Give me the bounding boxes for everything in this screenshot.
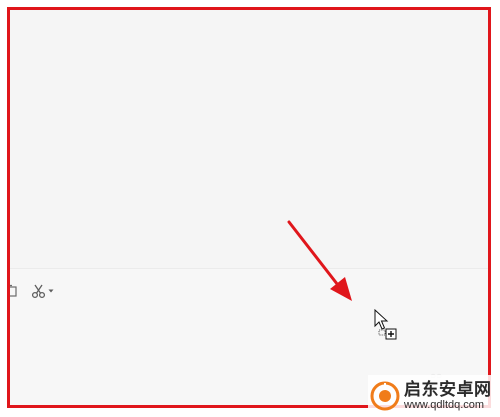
- android-site-logo-icon: [370, 381, 400, 411]
- chevron-down-icon: [48, 289, 54, 293]
- input-divider[interactable]: [10, 268, 488, 269]
- input-toolbar: [10, 280, 488, 302]
- site-watermark: 启东安卓网 www.qdltdq.com: [368, 375, 500, 417]
- folder-button[interactable]: [10, 280, 18, 302]
- message-history-area[interactable]: [10, 10, 488, 268]
- chat-window: ○○: [7, 7, 491, 408]
- screenshot-button[interactable]: [31, 280, 54, 302]
- folder-icon: [10, 284, 17, 297]
- watermark-site-url: www.qdltdq.com: [404, 399, 485, 411]
- scissors-icon: [31, 284, 46, 299]
- watermark-site-name: 启东安卓网: [404, 380, 492, 399]
